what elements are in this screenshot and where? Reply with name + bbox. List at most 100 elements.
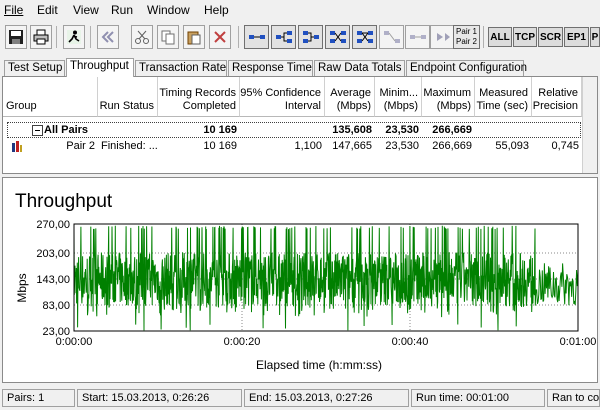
menu-view[interactable]: View [73, 3, 99, 17]
delete-icon [214, 31, 226, 43]
toolbar: Pair 1 Pair 2 ALL TCP SCR EP1 P [0, 22, 600, 54]
paste-button[interactable] [183, 25, 205, 49]
average-value: 147,665 [332, 140, 372, 152]
run-status-value: Finished: ... [101, 140, 158, 152]
tab-test-setup[interactable]: Test Setup [4, 60, 65, 76]
tab-raw-data-totals[interactable]: Raw Data Totals [314, 60, 405, 76]
filter-p-button[interactable]: P [590, 27, 600, 47]
copy-icon [161, 30, 175, 45]
paste-icon [187, 31, 201, 45]
table-row-pair-2[interactable]: Pair 2 Finished: ... 10 169 1,100 147,66… [3, 139, 582, 155]
mesh2-button[interactable] [352, 25, 377, 49]
precision-value: 0,745 [551, 140, 579, 152]
print-button[interactable] [30, 25, 52, 49]
chart-title: Throughput [15, 191, 113, 212]
save-icon [9, 30, 23, 44]
col-header-timing-records[interactable]: Timing Records Completed [158, 77, 240, 117]
multicast-button[interactable] [271, 25, 296, 49]
pair-2-label: Pair 2 [456, 37, 477, 46]
maximum-value: 266,669 [432, 140, 472, 152]
menu-run[interactable]: Run [111, 3, 133, 17]
status-pairs: Pairs: 1 [2, 389, 75, 407]
step-icon [436, 33, 450, 41]
confidence-value: 1,100 [294, 140, 322, 152]
status-end: End: 15.03.2013, 0:27:26 [244, 389, 409, 407]
save-button[interactable] [5, 25, 27, 49]
x-tick-label: 0:00:00 [56, 336, 93, 348]
col-header-run-status[interactable]: Run Status [98, 77, 158, 117]
menu-edit[interactable]: Edit [37, 3, 58, 17]
average-value: 135,608 [332, 124, 372, 136]
measured-time-value: 55,093 [495, 140, 529, 152]
disabled-mesh-button[interactable] [379, 25, 404, 49]
col-header-relative-precision[interactable]: Relative Precision [532, 77, 582, 117]
col-header-maximum[interactable]: Maximum (Mbps) [422, 77, 475, 117]
mesh-disabled-icon [383, 31, 400, 43]
network-group-icon [302, 31, 319, 43]
y-tick-label: 203,00 [36, 248, 70, 260]
table-row-all-pairs[interactable]: All Pairs 10 169 135,608 23,530 266,669 [7, 122, 581, 138]
toolbar-separator [90, 26, 91, 48]
col-header-average[interactable]: Average (Mbps) [325, 77, 375, 117]
throughput-chart-panel: Throughput Mbps Elapsed time (h:mm:ss) 2… [2, 177, 598, 383]
filter-all-button[interactable]: ALL [488, 27, 512, 47]
double-left-arrow-icon [101, 31, 114, 43]
network-disabled-icon [409, 35, 426, 39]
table-scrollbar[interactable] [582, 77, 597, 173]
y-tick-label: 270,00 [36, 219, 70, 231]
collapse-toggle[interactable] [32, 125, 43, 136]
toolbar-separator [56, 26, 57, 48]
runner-icon [67, 30, 81, 44]
col-header-confidence[interactable]: 95% Confidence Interval [240, 77, 325, 117]
x-tick-label: 0:01:00 [560, 336, 597, 348]
x-tick-label: 0:00:40 [392, 336, 429, 348]
pair-link-icon [248, 35, 265, 39]
pair-selector-button[interactable]: Pair 1 Pair 2 [453, 25, 480, 49]
step-button[interactable] [430, 25, 455, 49]
pair-icon [12, 141, 22, 152]
y-axis-label: Mbps [15, 273, 29, 302]
results-table: Group Run Status Timing Records Completed… [2, 76, 598, 174]
records-value: 10 169 [203, 124, 237, 136]
group-button[interactable] [298, 25, 323, 49]
tab-response-time[interactable]: Response Time [228, 60, 313, 76]
filter-tcp-button[interactable]: TCP [513, 27, 537, 47]
menu-file[interactable]: File [4, 3, 23, 17]
cut-button[interactable] [131, 25, 153, 49]
copy-button[interactable] [157, 25, 179, 49]
menu-bar: File Edit View Run Window Help [0, 0, 600, 20]
tab-endpoint-configuration[interactable]: Endpoint Configuration [406, 60, 527, 76]
mesh-cross-icon [356, 31, 373, 43]
minimum-value: 23,530 [385, 140, 419, 152]
network-branch-icon [275, 31, 292, 43]
y-tick-label: 83,00 [42, 300, 70, 312]
printer-icon [33, 29, 49, 45]
x-tick-label: 0:00:20 [224, 336, 261, 348]
tab-throughput[interactable]: Throughput [66, 58, 134, 77]
menu-help[interactable]: Help [204, 3, 229, 17]
mesh-button[interactable] [325, 25, 350, 49]
status-ran-to-completion: Ran to comp [547, 389, 600, 407]
minus-icon [35, 130, 40, 131]
status-bar: Pairs: 1 Start: 15.03.2013, 0:26:26 End:… [0, 387, 600, 410]
filter-ep1-button[interactable]: EP1 [564, 27, 589, 47]
delete-button[interactable] [209, 25, 231, 49]
col-header-group[interactable]: Group [3, 77, 98, 117]
filter-scr-button[interactable]: SCR [538, 27, 563, 47]
back-button[interactable] [97, 25, 119, 49]
tab-transaction-rate[interactable]: Transaction Rate [135, 60, 227, 76]
col-header-measured-time[interactable]: Measured Time (sec) [475, 77, 532, 117]
y-tick-label: 143,00 [36, 274, 70, 286]
status-runtime: Run time: 00:01:00 [411, 389, 545, 407]
run-button[interactable] [63, 25, 85, 49]
pair-view-button[interactable] [244, 25, 269, 49]
col-header-minimum[interactable]: Minim... (Mbps) [375, 77, 422, 117]
mesh-icon [329, 31, 346, 43]
toolbar-separator [483, 26, 484, 48]
minimum-value: 23,530 [385, 124, 419, 136]
scissors-icon [135, 30, 149, 44]
toolbar-separator [238, 26, 239, 48]
throughput-chart: Throughput Mbps Elapsed time (h:mm:ss) 2… [15, 191, 597, 372]
disabled-net-button[interactable] [405, 25, 430, 49]
menu-window[interactable]: Window [147, 3, 190, 17]
